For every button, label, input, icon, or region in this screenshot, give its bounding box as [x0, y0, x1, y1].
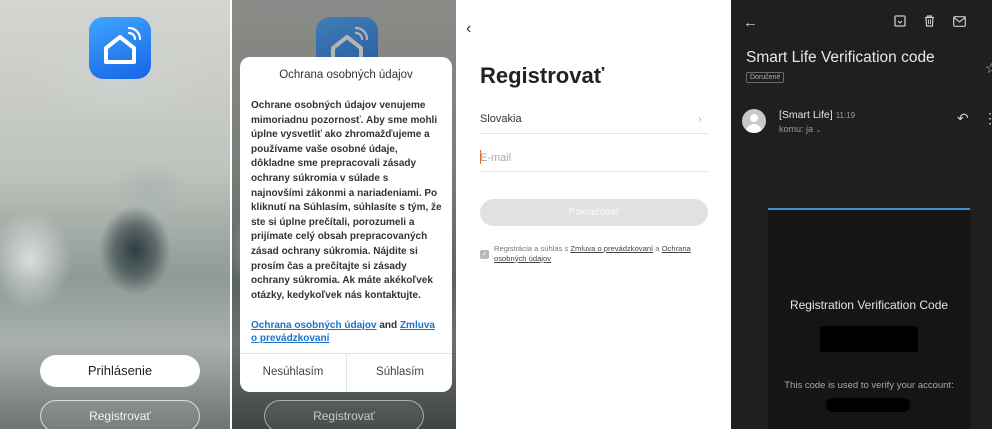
back-arrow-icon[interactable]: ‹	[466, 20, 471, 38]
welcome-screen: Prihlásenie Registrovať	[0, 0, 230, 429]
trash-icon	[925, 15, 934, 27]
continue-button[interactable]: Pokračovať	[480, 199, 708, 226]
disagree-button[interactable]: Nesúhlasím	[240, 353, 346, 392]
smart-life-app-icon	[89, 17, 151, 79]
agree-mid: a	[655, 244, 660, 253]
redacted-text	[826, 398, 910, 412]
card-title: Registration Verification Code	[789, 298, 949, 312]
star-icon[interactable]: ☆	[985, 60, 992, 77]
home-wifi-icon	[104, 26, 142, 64]
email-body-card: Registration Verification Code This code…	[768, 208, 970, 429]
country-selector[interactable]: Slovakia ›	[480, 109, 708, 134]
sender-line: [Smart Life] 11:19	[779, 109, 855, 121]
and-text: and	[379, 320, 398, 331]
email-time: 11:19	[835, 111, 856, 120]
agree-checkbox[interactable]: ✓	[480, 250, 489, 259]
archive-icon	[894, 15, 906, 27]
terms-link[interactable]: Zmluva o prevádzkovaní	[570, 244, 653, 253]
sender-name: [Smart Life]	[779, 109, 833, 121]
text-cursor	[480, 150, 481, 164]
page-title: Registrovať	[480, 63, 605, 88]
country-value: Slovakia	[480, 113, 522, 125]
privacy-policy-link[interactable]: Ochrana osobných údajov	[251, 320, 377, 331]
email-screen: ← Smart Life Verification code ☆ Doručen…	[731, 0, 992, 429]
login-button[interactable]: Prihlásenie	[40, 355, 200, 387]
privacy-dialog: Ochrana osobných údajov Ochrane osobných…	[240, 57, 452, 392]
dialog-links: Ochrana osobných údajov and Zmluva o pre…	[251, 319, 443, 345]
register-button[interactable]: Registrovať	[264, 400, 424, 429]
recipient-line[interactable]: komu: ja ⌄	[779, 124, 821, 134]
inbox-label[interactable]: Doručené	[746, 72, 785, 83]
delete-icon[interactable]	[924, 14, 935, 30]
card-description: This code is used to verify your account…	[784, 380, 954, 391]
recipient: komu: ja	[779, 124, 814, 134]
redacted-code	[820, 326, 918, 352]
chevron-down-icon: ⌄	[815, 127, 822, 134]
email-field-wrapper	[480, 147, 708, 172]
mail-icon[interactable]	[953, 14, 966, 30]
register-screen: ‹ Registrovať Slovakia › Pokračovať ✓ Re…	[458, 0, 728, 429]
dialog-body: Ochrane osobných údajov venujeme mimoria…	[251, 100, 442, 301]
agree-button[interactable]: Súhlasím	[347, 353, 453, 392]
more-options-icon[interactable]: ⋮	[983, 110, 992, 127]
email-toolbar: ←	[731, 0, 992, 40]
privacy-screen: Registrovať Ochrana osobných údajov Ochr…	[232, 0, 456, 429]
dialog-title: Ochrana osobných údajov	[279, 69, 413, 81]
agree-prefix: Registrácia a súhlas s	[494, 244, 569, 253]
reply-icon[interactable]: ↶	[957, 110, 969, 127]
email-field[interactable]	[480, 147, 708, 169]
agreement-text: Registrácia a súhlas s Zmluva o prevádzk…	[494, 244, 708, 263]
back-arrow-icon[interactable]: ←	[743, 14, 758, 31]
avatar	[742, 109, 766, 133]
chevron-right-icon: ›	[697, 111, 702, 126]
person-icon	[750, 114, 758, 122]
register-button[interactable]: Registrovať	[40, 400, 200, 429]
email-subject: Smart Life Verification code	[746, 49, 935, 66]
archive-icon[interactable]	[894, 14, 906, 30]
envelope-icon	[953, 16, 966, 27]
